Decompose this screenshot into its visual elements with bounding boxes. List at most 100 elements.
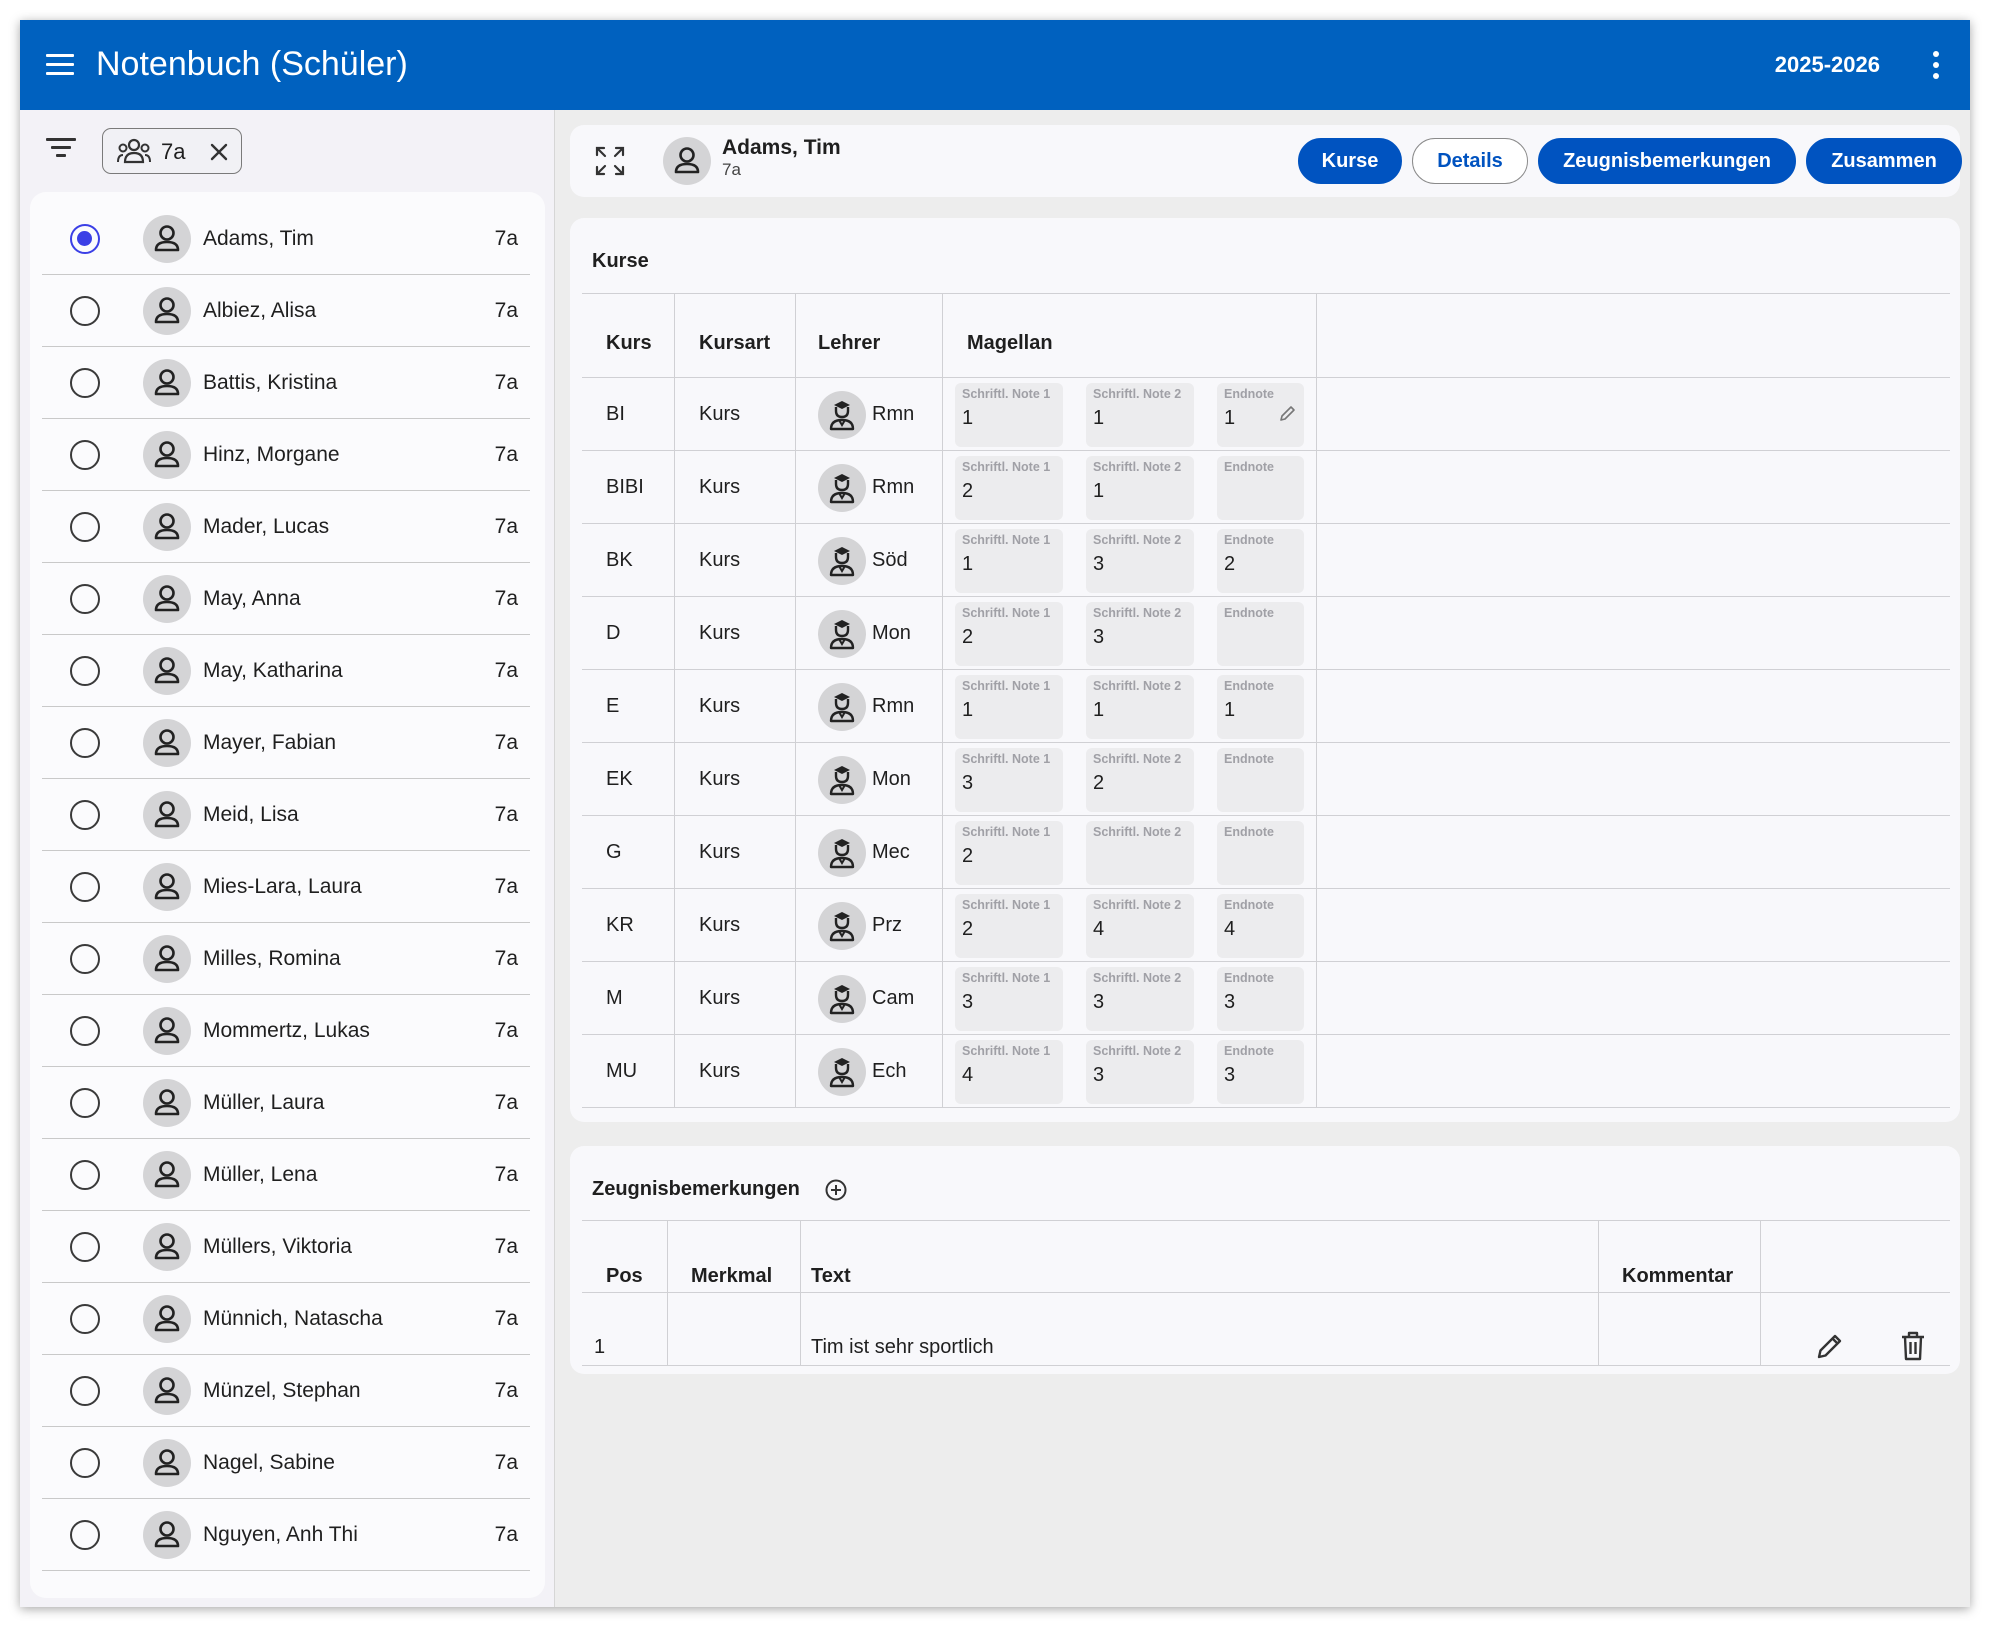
zusammen-button[interactable]: Zusammen <box>1806 138 1962 184</box>
grade-field-note1[interactable]: Schriftl. Note 1 2 <box>955 456 1063 520</box>
radio-button[interactable] <box>70 1448 100 1478</box>
radio-button[interactable] <box>70 728 100 758</box>
student-name: Meid, Lisa <box>203 803 299 826</box>
list-item[interactable]: Münnich, Natascha 7a <box>42 1283 530 1355</box>
filter-icon[interactable] <box>44 132 78 164</box>
grade-field-note1[interactable]: Schriftl. Note 1 4 <box>955 1040 1063 1104</box>
grade-field-note1[interactable]: Schriftl. Note 1 2 <box>955 602 1063 666</box>
grade-field-note1[interactable]: Schriftl. Note 1 2 <box>955 894 1063 958</box>
grade-field-endnote[interactable]: Endnote 3 <box>1217 967 1304 1031</box>
grade-label: Schriftl. Note 1 <box>962 387 1051 401</box>
grade-field-endnote[interactable]: Endnote 4 <box>1217 894 1304 958</box>
grade-field-note2[interactable]: Schriftl. Note 2 3 <box>1086 602 1194 666</box>
radio-button[interactable] <box>70 944 100 974</box>
list-item[interactable]: May, Anna 7a <box>42 563 530 635</box>
list-item[interactable]: Battis, Kristina 7a <box>42 347 530 419</box>
grade-field-note1[interactable]: Schriftl. Note 1 1 <box>955 383 1063 447</box>
student-class: 7a <box>494 731 518 754</box>
radio-button[interactable] <box>70 440 100 470</box>
list-item[interactable]: Mommertz, Lukas 7a <box>42 995 530 1067</box>
trash-icon[interactable] <box>1897 1329 1929 1363</box>
list-item[interactable]: Müller, Laura 7a <box>42 1067 530 1139</box>
avatar <box>143 1511 191 1559</box>
close-icon[interactable] <box>206 137 232 165</box>
grade-field-endnote[interactable]: Endnote <box>1217 821 1304 885</box>
group-icon <box>117 138 151 164</box>
list-item[interactable]: Meid, Lisa 7a <box>42 779 530 851</box>
add-circle-icon[interactable] <box>824 1178 848 1202</box>
student-class: 7a <box>494 1451 518 1474</box>
courses-title: Kurse <box>592 250 649 272</box>
radio-button[interactable] <box>70 368 100 398</box>
list-item[interactable]: May, Katharina 7a <box>42 635 530 707</box>
list-item[interactable]: Nguyen, Anh Thi 7a <box>42 1499 530 1571</box>
radio-button[interactable] <box>70 1304 100 1334</box>
grade-label: Schriftl. Note 2 <box>1093 533 1182 547</box>
student-name: Münnich, Natascha <box>203 1307 383 1330</box>
grade-field-endnote[interactable]: Endnote 1 <box>1217 383 1304 447</box>
list-item[interactable]: Nagel, Sabine 7a <box>42 1427 530 1499</box>
grade-field-endnote[interactable]: Endnote <box>1217 748 1304 812</box>
radio-button[interactable] <box>70 512 100 542</box>
grade-field-note2[interactable]: Schriftl. Note 2 2 <box>1086 748 1194 812</box>
radio-button[interactable] <box>70 1232 100 1262</box>
radio-button[interactable] <box>70 1160 100 1190</box>
list-item[interactable]: Müller, Lena 7a <box>42 1139 530 1211</box>
more-vert-icon[interactable] <box>1928 47 1944 83</box>
radio-button[interactable] <box>70 1376 100 1406</box>
grade-value: 3 <box>962 991 974 1013</box>
avatar <box>143 1223 191 1271</box>
grade-field-endnote[interactable]: Endnote 1 <box>1217 675 1304 739</box>
school-year-selector[interactable]: 2025-2026 <box>1775 48 1880 82</box>
grade-value: 1 <box>1093 480 1105 502</box>
grade-field-endnote[interactable]: Endnote 2 <box>1217 529 1304 593</box>
kurse-button[interactable]: Kurse <box>1298 138 1402 184</box>
list-item[interactable]: Mayer, Fabian 7a <box>42 707 530 779</box>
grade-field-note1[interactable]: Schriftl. Note 1 3 <box>955 748 1063 812</box>
grade-value: 2 <box>1093 772 1105 794</box>
grade-field-note2[interactable]: Schriftl. Note 2 <box>1086 821 1194 885</box>
grade-field-note1[interactable]: Schriftl. Note 1 3 <box>955 967 1063 1031</box>
radio-button[interactable] <box>70 1088 100 1118</box>
grade-field-note1[interactable]: Schriftl. Note 1 2 <box>955 821 1063 885</box>
grade-field-note2[interactable]: Schriftl. Note 2 1 <box>1086 456 1194 520</box>
list-item[interactable]: Mader, Lucas 7a <box>42 491 530 563</box>
grade-label: Endnote <box>1224 898 1274 912</box>
radio-button[interactable] <box>70 224 100 254</box>
pencil-icon[interactable] <box>1278 403 1298 423</box>
grade-field-endnote[interactable]: Endnote <box>1217 602 1304 666</box>
list-item[interactable]: Müllers, Viktoria 7a <box>42 1211 530 1283</box>
grade-field-note2[interactable]: Schriftl. Note 2 1 <box>1086 675 1194 739</box>
list-item[interactable]: Albiez, Alisa 7a <box>42 275 530 347</box>
pencil-icon[interactable] <box>1814 1330 1846 1362</box>
class-filter-chip[interactable]: 7a <box>102 128 242 174</box>
grade-field-note2[interactable]: Schriftl. Note 2 1 <box>1086 383 1194 447</box>
radio-button[interactable] <box>70 1016 100 1046</box>
grade-field-note2[interactable]: Schriftl. Note 2 3 <box>1086 1040 1194 1104</box>
zeugnisbemerkungen-button[interactable]: Zeugnisbemerkungen <box>1538 138 1796 184</box>
grade-field-note2[interactable]: Schriftl. Note 2 4 <box>1086 894 1194 958</box>
menu-icon[interactable] <box>42 47 78 83</box>
radio-button[interactable] <box>70 1520 100 1550</box>
list-item[interactable]: Milles, Romina 7a <box>42 923 530 995</box>
grade-field-note1[interactable]: Schriftl. Note 1 1 <box>955 675 1063 739</box>
list-item[interactable]: Hinz, Morgane 7a <box>42 419 530 491</box>
grade-value: 2 <box>962 918 974 940</box>
radio-button[interactable] <box>70 584 100 614</box>
student-name: Müller, Lena <box>203 1163 318 1186</box>
radio-button[interactable] <box>70 296 100 326</box>
grade-field-endnote[interactable]: Endnote <box>1217 456 1304 520</box>
grade-field-note2[interactable]: Schriftl. Note 2 3 <box>1086 529 1194 593</box>
details-button[interactable]: Details <box>1412 138 1528 184</box>
list-item[interactable]: Adams, Tim 7a <box>42 203 530 275</box>
grade-field-endnote[interactable]: Endnote 3 <box>1217 1040 1304 1104</box>
student-name: May, Anna <box>203 587 301 610</box>
grade-field-note2[interactable]: Schriftl. Note 2 3 <box>1086 967 1194 1031</box>
radio-button[interactable] <box>70 872 100 902</box>
radio-button[interactable] <box>70 800 100 830</box>
list-item[interactable]: Mies-Lara, Laura 7a <box>42 851 530 923</box>
radio-button[interactable] <box>70 656 100 686</box>
expand-icon[interactable] <box>594 145 626 177</box>
grade-field-note1[interactable]: Schriftl. Note 1 1 <box>955 529 1063 593</box>
list-item[interactable]: Münzel, Stephan 7a <box>42 1355 530 1427</box>
